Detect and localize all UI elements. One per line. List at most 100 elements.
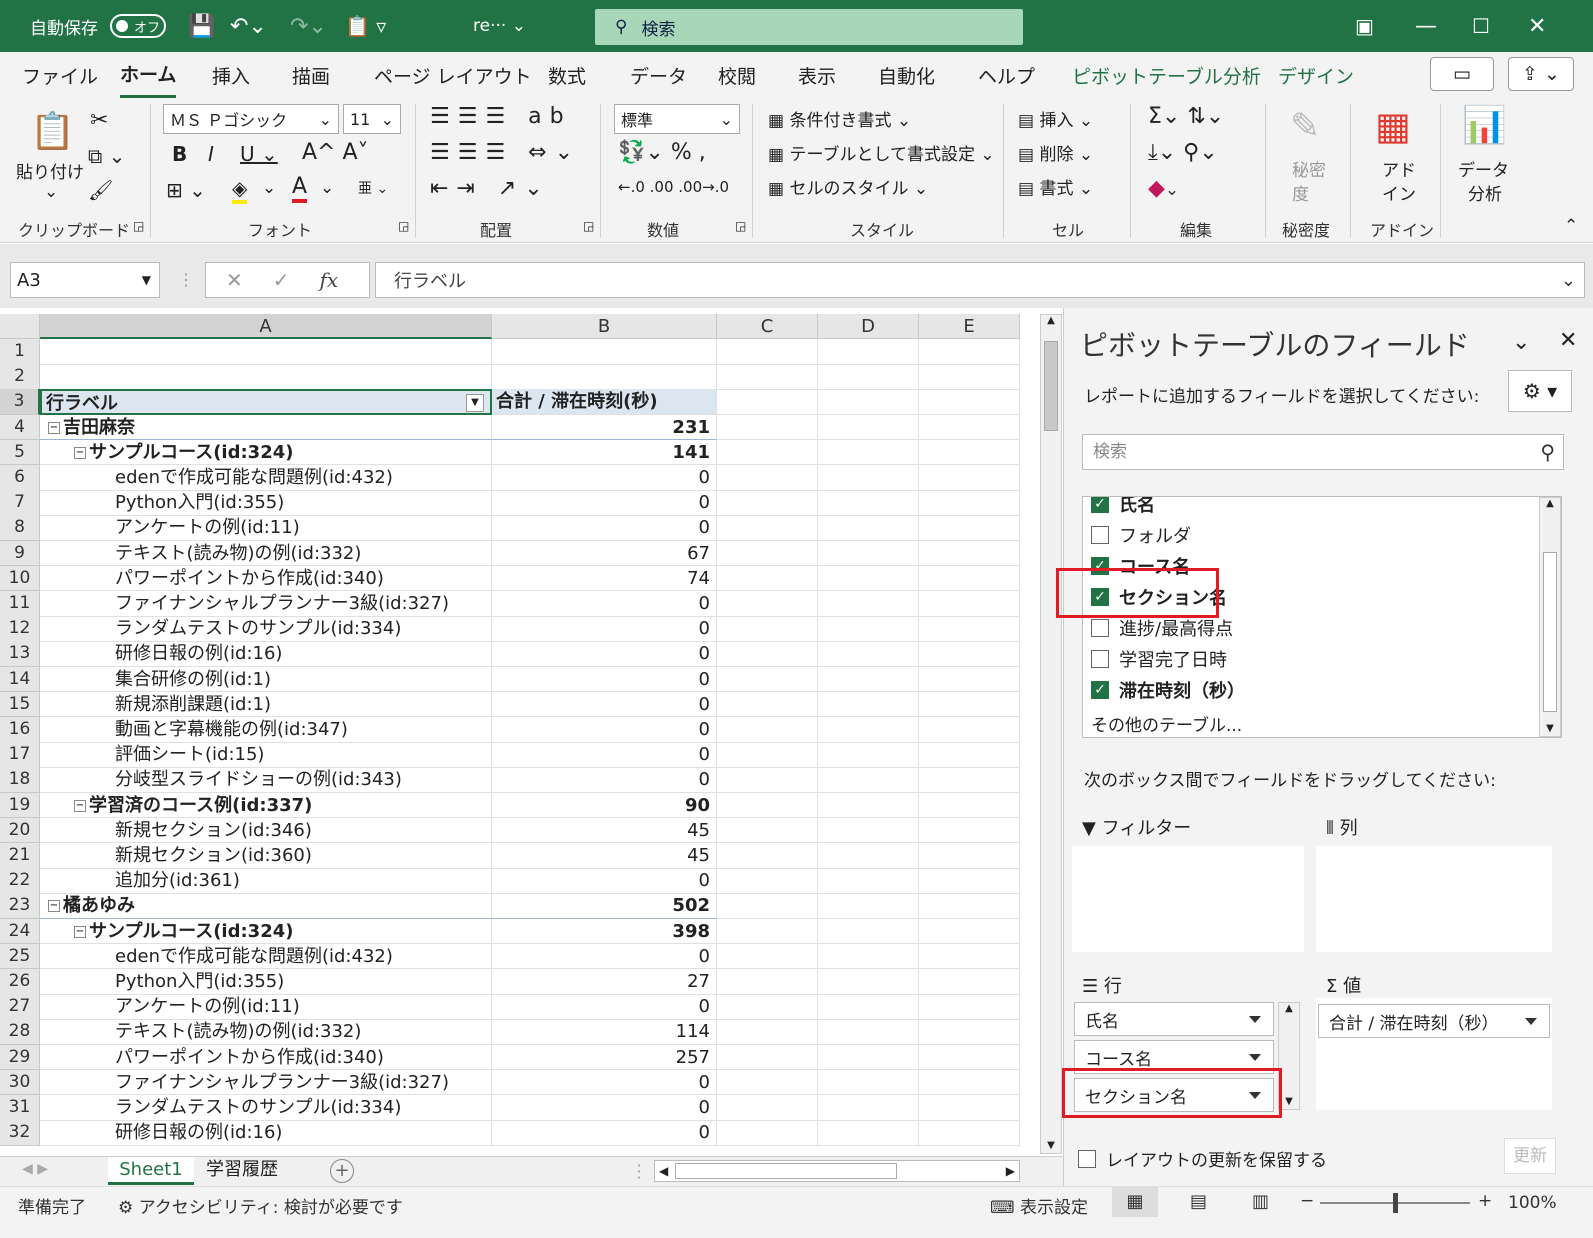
cell-empty[interactable] [919,414,1020,441]
cell-b[interactable]: 45 [492,843,717,869]
cell-empty[interactable] [717,339,818,365]
cell-empty[interactable] [818,465,919,491]
minimize-icon[interactable]: — [1415,0,1437,52]
cell-b[interactable]: 0 [492,1069,717,1096]
cell-a[interactable]: edenで作成可能な問題例(id:432) [40,943,492,970]
col-header-a[interactable]: A [40,314,492,339]
row-number[interactable]: 24 [0,918,40,945]
cell-empty[interactable] [919,969,1020,995]
cell-b[interactable]: 0 [492,767,717,793]
cell-a[interactable]: 追加分(id:361) [40,868,492,894]
normal-view-icon[interactable]: ▦ [1112,1187,1158,1217]
cell-empty[interactable] [818,1095,919,1121]
more-tables-link[interactable]: その他のテーブル... [1091,711,1242,736]
filter-dropdown-icon[interactable]: ▼ [466,394,484,413]
tab-data[interactable]: データ [630,52,687,98]
paste-dropdown-icon[interactable]: ⌄ [44,182,58,202]
cell-empty[interactable] [919,1095,1020,1121]
customize-icon[interactable]: 📋 ▿ [345,0,386,52]
cell-empty[interactable] [919,868,1020,894]
cell-b[interactable]: 0 [492,591,717,617]
cell-empty[interactable] [818,439,919,466]
cell-empty[interactable] [818,540,919,567]
vertical-scrollbar[interactable]: ▲ ▼ [1040,314,1062,1154]
defer-layout-checkbox[interactable] [1078,1149,1096,1168]
horizontal-scrollbar[interactable]: ◀ ▶ [654,1160,1020,1182]
cell-empty[interactable] [919,1120,1020,1146]
cell-empty[interactable] [919,1019,1020,1045]
scroll-up-icon[interactable]: ▲ [1041,315,1061,326]
tab-page-layout[interactable]: ページ レイアウト [374,52,532,98]
cell-styles-button[interactable]: ▦ セルのスタイル ⌄ [768,174,928,199]
cell-a[interactable]: − 吉田麻奈 [40,414,492,441]
cell-b[interactable]: 141 [492,439,717,466]
select-all-corner[interactable] [0,314,40,339]
field-checkbox[interactable] [1091,619,1109,637]
cell-a[interactable]: 新規セクション(id:346) [40,817,492,844]
cell-b[interactable]: 0 [492,691,717,718]
cell-empty[interactable] [717,792,818,819]
cell-empty[interactable] [717,1044,818,1071]
scroll-down-icon[interactable]: ▼ [1041,1140,1061,1151]
cell-empty[interactable] [818,1019,919,1045]
tab-draw[interactable]: 描画 [292,52,330,98]
row-number[interactable]: 21 [0,843,40,869]
data-analysis-label-2[interactable]: 分析 [1468,180,1502,205]
tab-insert[interactable]: 挿入 [212,52,250,98]
grow-font-icon[interactable]: A^ A˅ [302,140,369,165]
cell-b[interactable]: 0 [492,1095,717,1121]
cell-empty[interactable] [717,994,818,1020]
row-number[interactable]: 16 [0,717,40,743]
autosave-toggle[interactable]: オフ [110,14,166,38]
cell-a[interactable]: ランダムテストのサンプル(id:334) [40,616,492,642]
cell-empty[interactable] [717,817,818,844]
cell-empty[interactable] [919,641,1020,667]
cell-empty[interactable] [717,843,818,869]
tab-view[interactable]: 表示 [798,52,836,98]
zoom-in-icon[interactable]: + [1478,1191,1492,1211]
cell-b[interactable]: 231 [492,414,717,441]
comment-button[interactable]: ▭ [1430,57,1494,91]
row-number[interactable]: 31 [0,1095,40,1121]
cell-a[interactable]: テキスト(読み物)の例(id:332) [40,540,492,567]
collapse-icon[interactable]: − [48,421,60,434]
cell-a[interactable]: − 橘あゆみ [40,893,492,919]
field-item[interactable]: 学習完了日時 [1091,646,1227,672]
cell-b[interactable]: 0 [492,1120,717,1146]
row-number[interactable]: 10 [0,565,40,592]
cell-empty[interactable] [919,439,1020,466]
cell-empty[interactable] [919,591,1020,617]
cell-empty[interactable] [717,691,818,718]
row-number[interactable]: 12 [0,616,40,642]
row-number[interactable]: 5 [0,439,40,466]
row-number[interactable]: 13 [0,641,40,667]
field-list-scrollbar[interactable]: ▲ ▼ [1539,497,1561,737]
cell-empty[interactable] [717,893,818,919]
col-header-c[interactable]: C [717,314,818,339]
scroll-up-icon[interactable]: ▲ [1279,1003,1299,1014]
cell-empty[interactable] [919,339,1020,365]
cell-b[interactable]: 257 [492,1044,717,1071]
page-break-view-icon[interactable]: ▥ [1252,1191,1269,1212]
insert-function-icon[interactable]: fx [320,268,339,292]
cell-empty[interactable] [919,918,1020,945]
cancel-icon[interactable]: ✕ [226,268,243,292]
insert-cells-button[interactable]: ▤ 挿入 ⌄ [1018,106,1093,131]
cell-empty[interactable] [818,717,919,743]
autosum-icon[interactable]: Σ⌄ ⇅⌄ [1148,104,1224,129]
cell-b[interactable]: 0 [492,616,717,642]
cell-empty[interactable] [818,893,919,919]
columns-area[interactable] [1316,846,1552,952]
cell-b[interactable] [492,339,717,365]
cell-empty[interactable] [818,792,919,819]
cell-b[interactable]: 67 [492,540,717,567]
row-number[interactable]: 23 [0,893,40,919]
zoom-thumb[interactable] [1393,1193,1398,1213]
cell-a[interactable] [40,339,492,365]
add-sheet-icon[interactable]: + [330,1159,354,1183]
cut-icon[interactable]: ✂ [90,108,108,133]
tab-review[interactable]: 校閲 [718,52,756,98]
cell-a[interactable]: パワーポイントから作成(id:340) [40,1044,492,1071]
row-field-name[interactable]: 氏名 [1074,1002,1274,1036]
font-color-icon[interactable]: A [292,174,308,203]
